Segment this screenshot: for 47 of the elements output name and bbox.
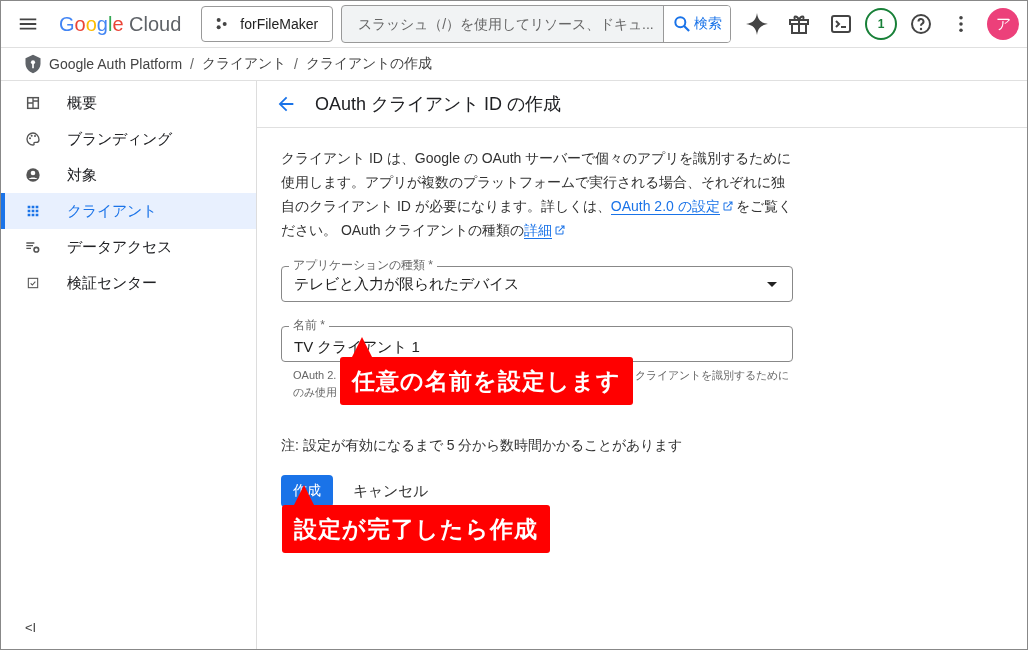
callout: 設定が完了したら作成 (282, 505, 550, 553)
project-picker[interactable]: forFileMaker (201, 6, 334, 42)
breadcrumb-link[interactable]: クライアントの作成 (305, 55, 432, 73)
cancel-button[interactable]: キャンセル (353, 477, 428, 505)
sidebar-item[interactable]: クライアント (1, 193, 256, 229)
sidebar-item[interactable]: 対象 (1, 157, 256, 193)
field-value: テレビと入力が限られたデバイス (294, 274, 520, 294)
external-link-icon (554, 224, 567, 236)
shield-icon (23, 54, 43, 74)
palette-icon (25, 131, 41, 147)
collapse-button[interactable]: <I (21, 616, 41, 639)
breadcrumb-separator: / (190, 56, 194, 72)
note-text: 注: 設定が有効になるまで 5 分から数時間かかることがあります (281, 437, 684, 455)
breadcrumb-separator: / (293, 56, 298, 72)
field-label: アプリケーションの種類 * (289, 258, 437, 272)
sidebar-item[interactable]: ブランディング (1, 121, 256, 157)
page-title: OAuth クライアント ID の作成 (315, 93, 562, 116)
field-label: 名前 * (289, 318, 329, 332)
settings-link[interactable]: OAuth 2.0 の設定 (610, 198, 720, 215)
notification-count[interactable]: 1 (865, 8, 897, 40)
details-link[interactable]: 詳細 (524, 222, 553, 239)
grid-icon (25, 203, 41, 219)
logo-text: Google Cloud (59, 12, 182, 35)
external-link-icon (721, 200, 734, 212)
helper-text: クライアントを識別するために (635, 368, 789, 383)
sidebar-item[interactable]: データアクセス (1, 229, 256, 265)
breadcrumb-link[interactable]: Google Auth Platform (49, 56, 183, 72)
sidebar-item[interactable]: 検証センター (1, 265, 256, 301)
more-icon (959, 16, 963, 32)
callout: 任意の名前を設定します (340, 357, 633, 405)
search-button[interactable]: 検索 (663, 6, 731, 42)
sparkle-icon (745, 12, 769, 36)
avatar[interactable]: ア (987, 8, 1019, 40)
helper-text: のみ使用 (293, 385, 337, 400)
search-icon (672, 14, 693, 34)
dropdown-caret-icon (767, 281, 777, 287)
helper-text: OAuth 2. (293, 368, 337, 383)
terminal-icon (829, 12, 853, 36)
intro-paragraph: クライアント ID は、Google の OAuth サーバーで個々のアプリを識別するために使用します。アプリが複数のプラットフォームで実行される場合、それぞれに独自のクライアント ID が必要になります。詳しくは、OAuth 2.0 の設定 をご覧ください。 OAuth クライアントの種類の詳細 (281, 149, 793, 241)
help-icon (909, 12, 933, 36)
checkbox-icon (25, 275, 41, 291)
dashboard-icon (25, 95, 41, 111)
sidebar-item[interactable]: 概要 (1, 85, 256, 121)
breadcrumb-link[interactable]: クライアント (201, 55, 286, 73)
settings-list-icon (25, 239, 41, 255)
person-icon (25, 167, 41, 183)
search-field[interactable]: スラッシュ（/）を使用してリソース、ドキュ... 検索 (341, 5, 732, 43)
